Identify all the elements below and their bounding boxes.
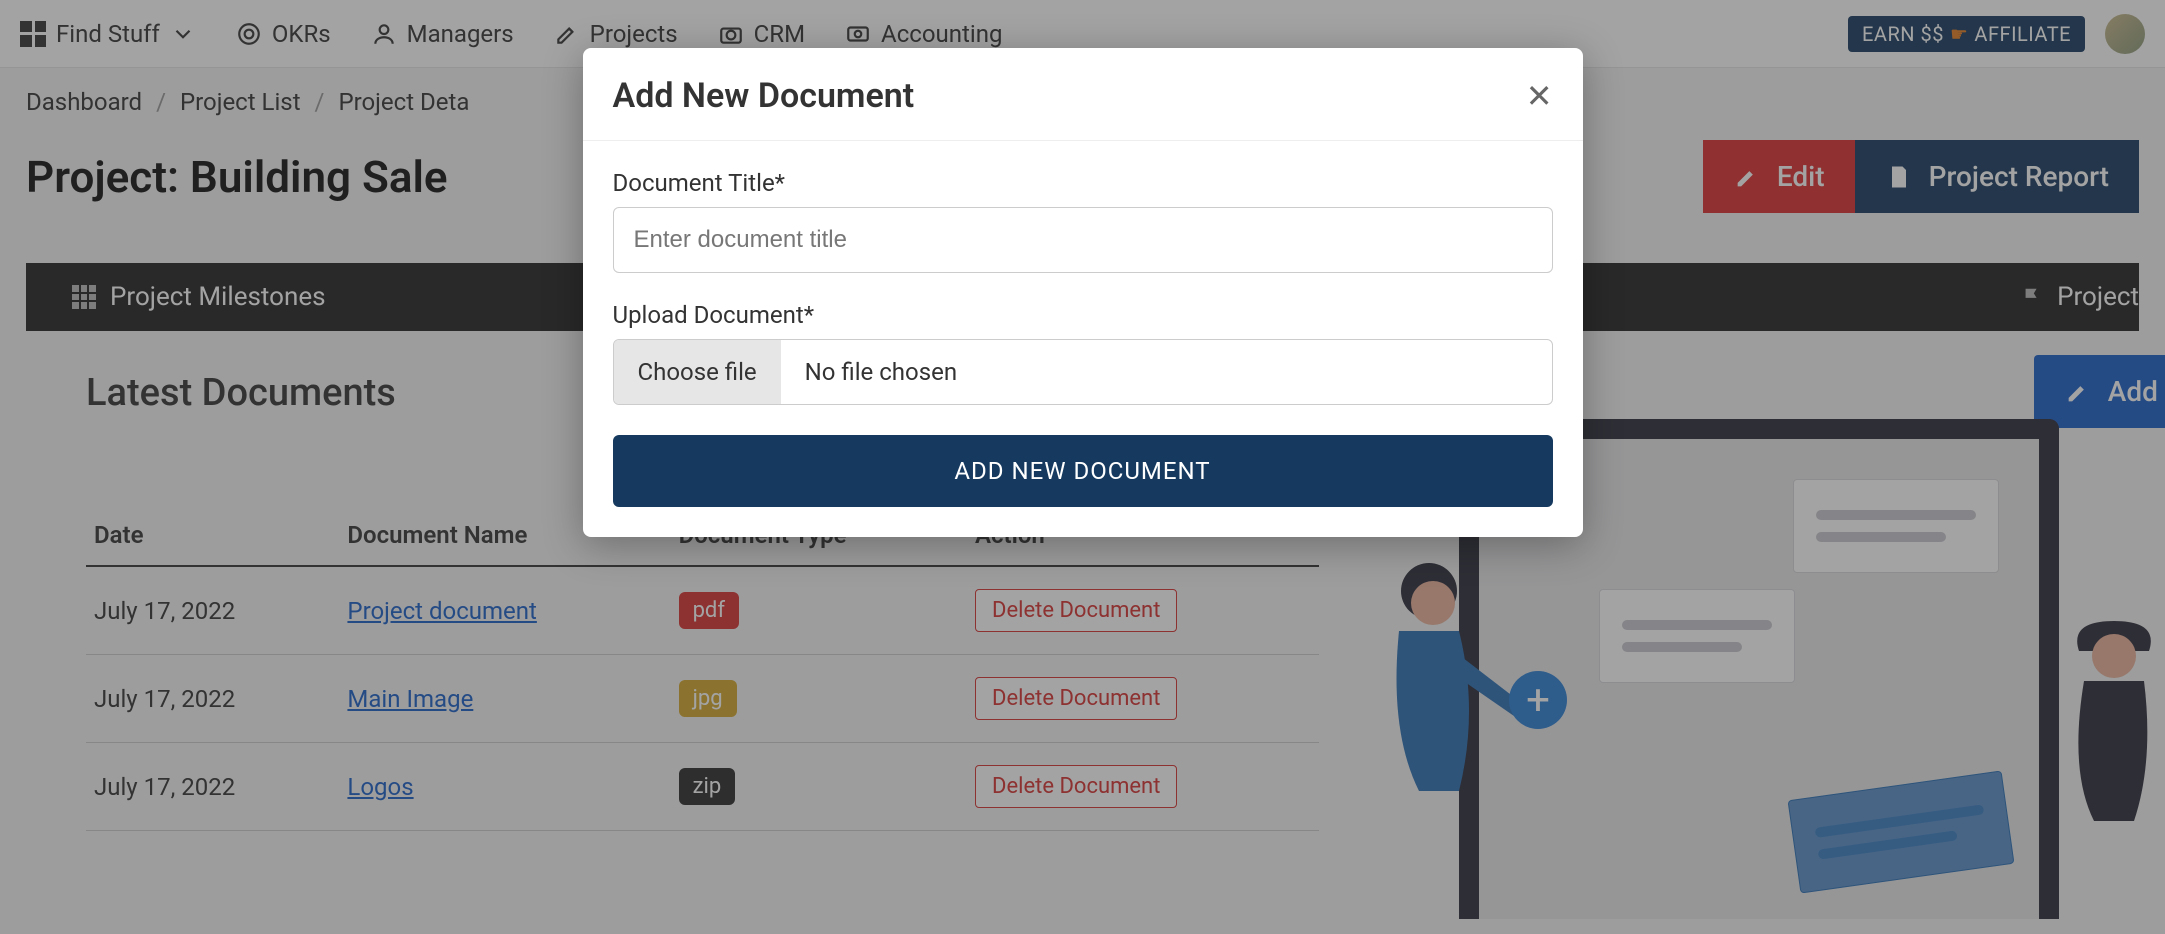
modal-title: Add New Document (613, 76, 915, 116)
modal-overlay[interactable]: Add New Document ✕ Document Title* Uploa… (0, 0, 2165, 934)
file-input-row: Choose file No file chosen (613, 339, 1553, 405)
add-document-modal: Add New Document ✕ Document Title* Uploa… (583, 48, 1583, 537)
upload-label: Upload Document* (613, 301, 1553, 329)
choose-file-button[interactable]: Choose file (614, 340, 781, 404)
file-status-text: No file chosen (781, 340, 981, 404)
close-icon[interactable]: ✕ (1526, 80, 1553, 112)
submit-add-document-button[interactable]: ADD NEW DOCUMENT (613, 435, 1553, 507)
doc-title-label: Document Title* (613, 169, 1553, 197)
document-title-input[interactable] (613, 207, 1553, 273)
